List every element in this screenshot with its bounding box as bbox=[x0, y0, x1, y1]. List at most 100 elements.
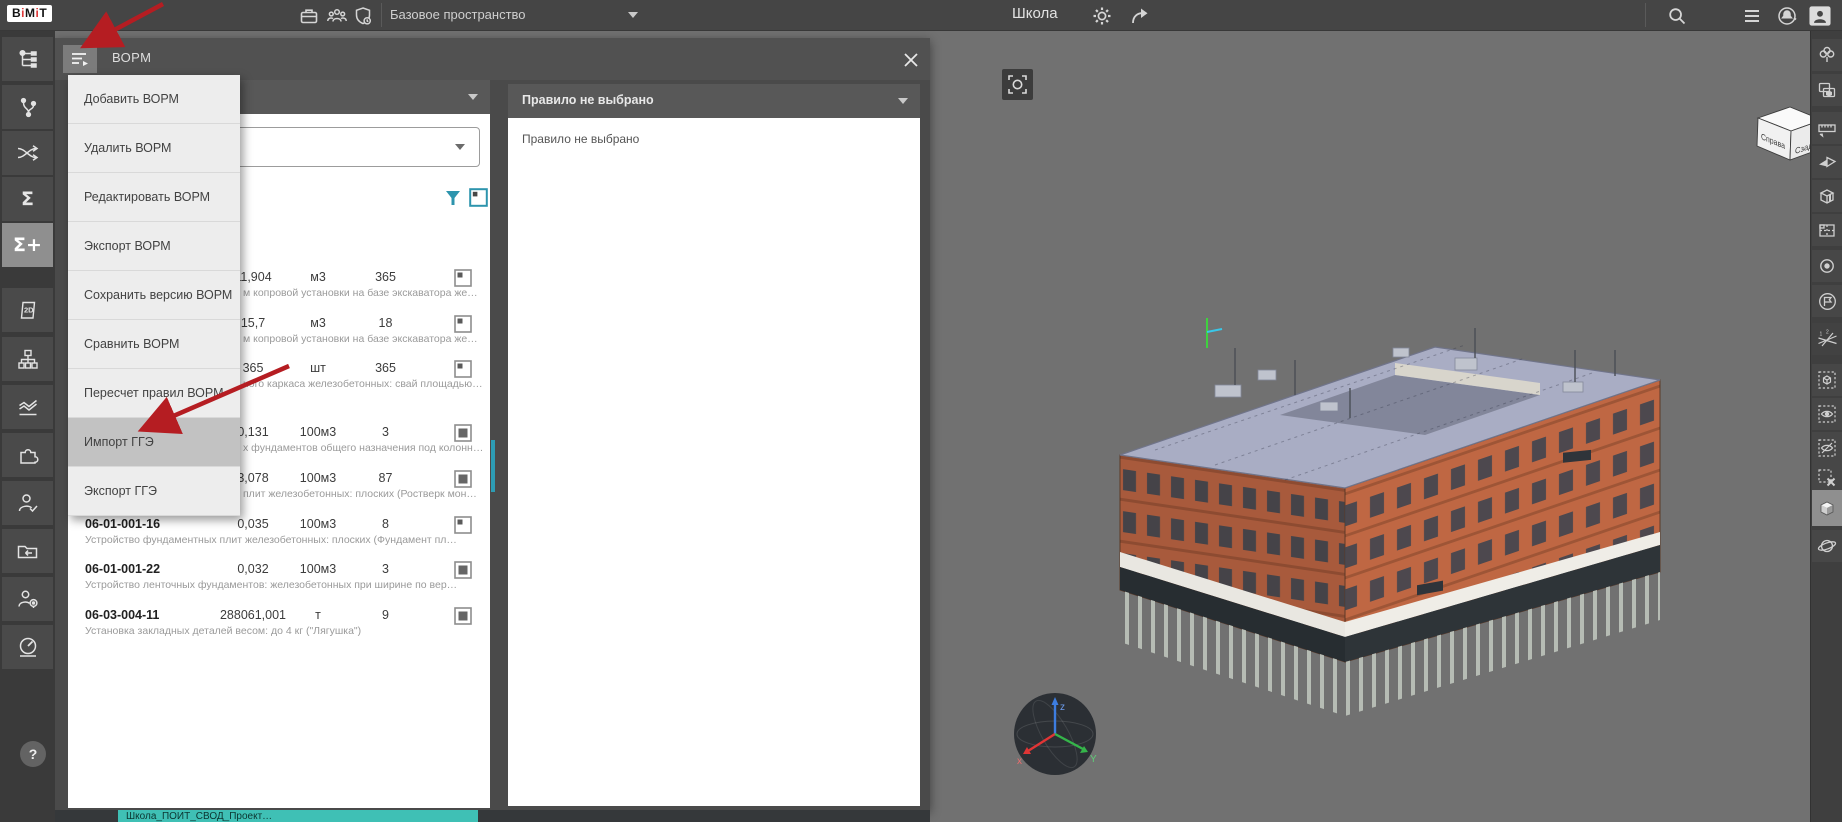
briefcase-icon[interactable] bbox=[298, 5, 320, 27]
sigma-icon: Σ bbox=[21, 188, 34, 210]
row-unit: м3 bbox=[283, 270, 353, 284]
filled-square-icon[interactable] bbox=[454, 424, 472, 442]
workspace-caret-icon[interactable] bbox=[628, 12, 638, 18]
row-count: 87 bbox=[353, 471, 418, 485]
bimit-app: Справа Сзади z x Y BiMiT bbox=[0, 0, 1842, 822]
viewport-focus-button[interactable] bbox=[1002, 69, 1033, 100]
sidebar-item-user-check[interactable] bbox=[2, 481, 53, 525]
right-toolbar: 12 bbox=[1810, 30, 1842, 822]
toolbar-floor-plan-button[interactable] bbox=[1812, 214, 1842, 246]
corner-square-icon[interactable] bbox=[454, 360, 472, 378]
toolbar-flag-button[interactable] bbox=[1812, 285, 1842, 317]
norm-row[interactable]: 06-03-004-11 288061,001 т 9 Установка за… bbox=[68, 608, 490, 652]
team-icon[interactable] bbox=[326, 5, 348, 27]
search-icon[interactable] bbox=[1666, 5, 1688, 27]
rule-selector-dropdown[interactable]: Правило не выбрано bbox=[508, 84, 920, 118]
shield-icon[interactable] bbox=[352, 5, 374, 27]
row-unit: шт bbox=[283, 361, 353, 375]
toolbar-isolate-button[interactable] bbox=[1812, 364, 1842, 396]
filter-funnel-icon bbox=[445, 190, 461, 207]
vorm-menu-button[interactable] bbox=[63, 45, 97, 73]
sidebar-item-2d[interactable]: 2D bbox=[2, 288, 53, 332]
gear-icon[interactable] bbox=[1091, 5, 1113, 27]
sidebar-item-model-tree[interactable] bbox=[2, 37, 53, 81]
sigma-plus-icon: Σ+ bbox=[13, 234, 42, 256]
sidebar-item-mapping[interactable] bbox=[2, 131, 53, 175]
menu-item-export-vorm[interactable]: Экспорт ВОРМ bbox=[68, 222, 240, 271]
filled-square-icon[interactable] bbox=[454, 561, 472, 579]
toolbar-axis-levels-button[interactable]: 12 bbox=[1812, 323, 1842, 355]
toolbar-focus-button[interactable] bbox=[1812, 250, 1842, 282]
svg-text:2D: 2D bbox=[24, 306, 34, 315]
menu-item-add-vorm[interactable]: Добавить ВОРМ bbox=[68, 75, 240, 124]
row-count: 365 bbox=[353, 361, 418, 375]
row-unit: 100м3 bbox=[283, 471, 353, 485]
help-button[interactable]: ? bbox=[20, 741, 46, 767]
account-icon[interactable] bbox=[1809, 5, 1831, 27]
filled-square-icon[interactable] bbox=[454, 607, 472, 625]
close-panel-button[interactable] bbox=[900, 49, 922, 71]
notifications-icon[interactable] bbox=[1776, 5, 1798, 27]
sidebar-item-plugins[interactable] bbox=[2, 433, 53, 477]
sidebar-item-export-folder[interactable] bbox=[2, 529, 53, 573]
chevron-down-icon bbox=[468, 94, 478, 100]
list-scrollbar[interactable] bbox=[491, 440, 495, 492]
sidebar-item-sigma[interactable]: Σ bbox=[2, 177, 53, 221]
menu-item-recalc-rules-vorm[interactable]: Пересчет правил ВОРМ bbox=[68, 369, 240, 418]
toolbar-shaded-view-button[interactable] bbox=[1812, 490, 1842, 526]
row-count: 365 bbox=[353, 270, 418, 284]
corner-square-icon[interactable] bbox=[454, 315, 472, 333]
building-model bbox=[1040, 260, 1680, 730]
workspace-selector[interactable]: Базовое пространство bbox=[390, 7, 526, 22]
corner-square-icon[interactable] bbox=[454, 269, 472, 287]
toolbar-section-box-button[interactable] bbox=[1812, 180, 1842, 212]
active-model-tab[interactable]: Школа_ПОИТ_СВОД_Проект… bbox=[118, 810, 478, 822]
filter-button[interactable] bbox=[445, 190, 461, 207]
sidebar-item-dashboard[interactable] bbox=[2, 625, 53, 669]
user-check-icon bbox=[17, 492, 39, 514]
git-branch-icon bbox=[17, 96, 39, 118]
axis-gizmo[interactable]: z x Y bbox=[1009, 688, 1101, 780]
sidebar-item-sigma-plus[interactable]: Σ+ bbox=[2, 223, 53, 267]
logo-m: M bbox=[25, 6, 36, 20]
share-icon[interactable] bbox=[1128, 5, 1150, 27]
select-region-button[interactable] bbox=[469, 188, 488, 207]
sidebar-item-versions[interactable] bbox=[2, 85, 53, 129]
chevron-down-icon bbox=[455, 144, 465, 150]
sidebar-item-user-location[interactable] bbox=[2, 577, 53, 621]
menu-item-save-version-vorm[interactable]: Сохранить версию ВОРМ bbox=[68, 271, 240, 320]
menu-item-edit-vorm[interactable]: Редактировать ВОРМ bbox=[68, 173, 240, 222]
toolbar-orbit-button[interactable] bbox=[1812, 530, 1842, 562]
norm-row[interactable]: 06-01-001-22 0,032 100м3 3 Устройство ле… bbox=[68, 562, 490, 606]
vorm-panel-titlebar: ВОРМ bbox=[55, 38, 930, 80]
line-chart-icon bbox=[17, 396, 39, 418]
folder-export-icon bbox=[16, 540, 39, 562]
menu-item-export-gge[interactable]: Экспорт ГГЭ bbox=[68, 467, 240, 516]
sidebar-item-structure[interactable] bbox=[2, 337, 53, 381]
axis-levels-icon: 12 bbox=[1817, 329, 1838, 350]
plugin-puzzle-icon bbox=[17, 444, 39, 466]
list-icon[interactable] bbox=[1741, 5, 1763, 27]
row-code: 06-01-001-16 bbox=[85, 517, 160, 531]
bimit-logo[interactable]: BiMiT bbox=[7, 5, 52, 22]
row-description: х фундаментов общего назначения под коло… bbox=[243, 442, 482, 454]
chevron-down-icon bbox=[898, 98, 908, 104]
filled-square-icon[interactable] bbox=[454, 470, 472, 488]
toolbar-section-plane-button[interactable] bbox=[1812, 146, 1842, 178]
toolbar-measure-button[interactable] bbox=[1812, 112, 1842, 144]
toolbar-scene-tree-button[interactable] bbox=[1812, 39, 1842, 71]
toolbar-selection-sets-button[interactable] bbox=[1812, 74, 1842, 106]
menu-item-delete-vorm[interactable]: Удалить ВОРМ bbox=[68, 124, 240, 173]
menu-item-import-gge[interactable]: Импорт ГГЭ bbox=[68, 418, 240, 467]
row-count: 18 bbox=[353, 316, 418, 330]
toolbar-show-button[interactable] bbox=[1812, 398, 1842, 430]
norm-row[interactable]: 06-01-001-16 0,035 100м3 8 Устройство фу… bbox=[68, 517, 490, 561]
toolbar-hide-button[interactable] bbox=[1812, 432, 1842, 464]
sidebar-item-graphs[interactable] bbox=[2, 385, 53, 429]
menu-item-compare-vorm[interactable]: Сравнить ВОРМ bbox=[68, 320, 240, 369]
clear-box-icon bbox=[1817, 468, 1837, 488]
project-title: Школа bbox=[1012, 5, 1058, 22]
2d-view-icon: 2D bbox=[17, 299, 39, 321]
logo-b: B bbox=[12, 6, 21, 20]
corner-square-icon[interactable] bbox=[454, 516, 472, 534]
